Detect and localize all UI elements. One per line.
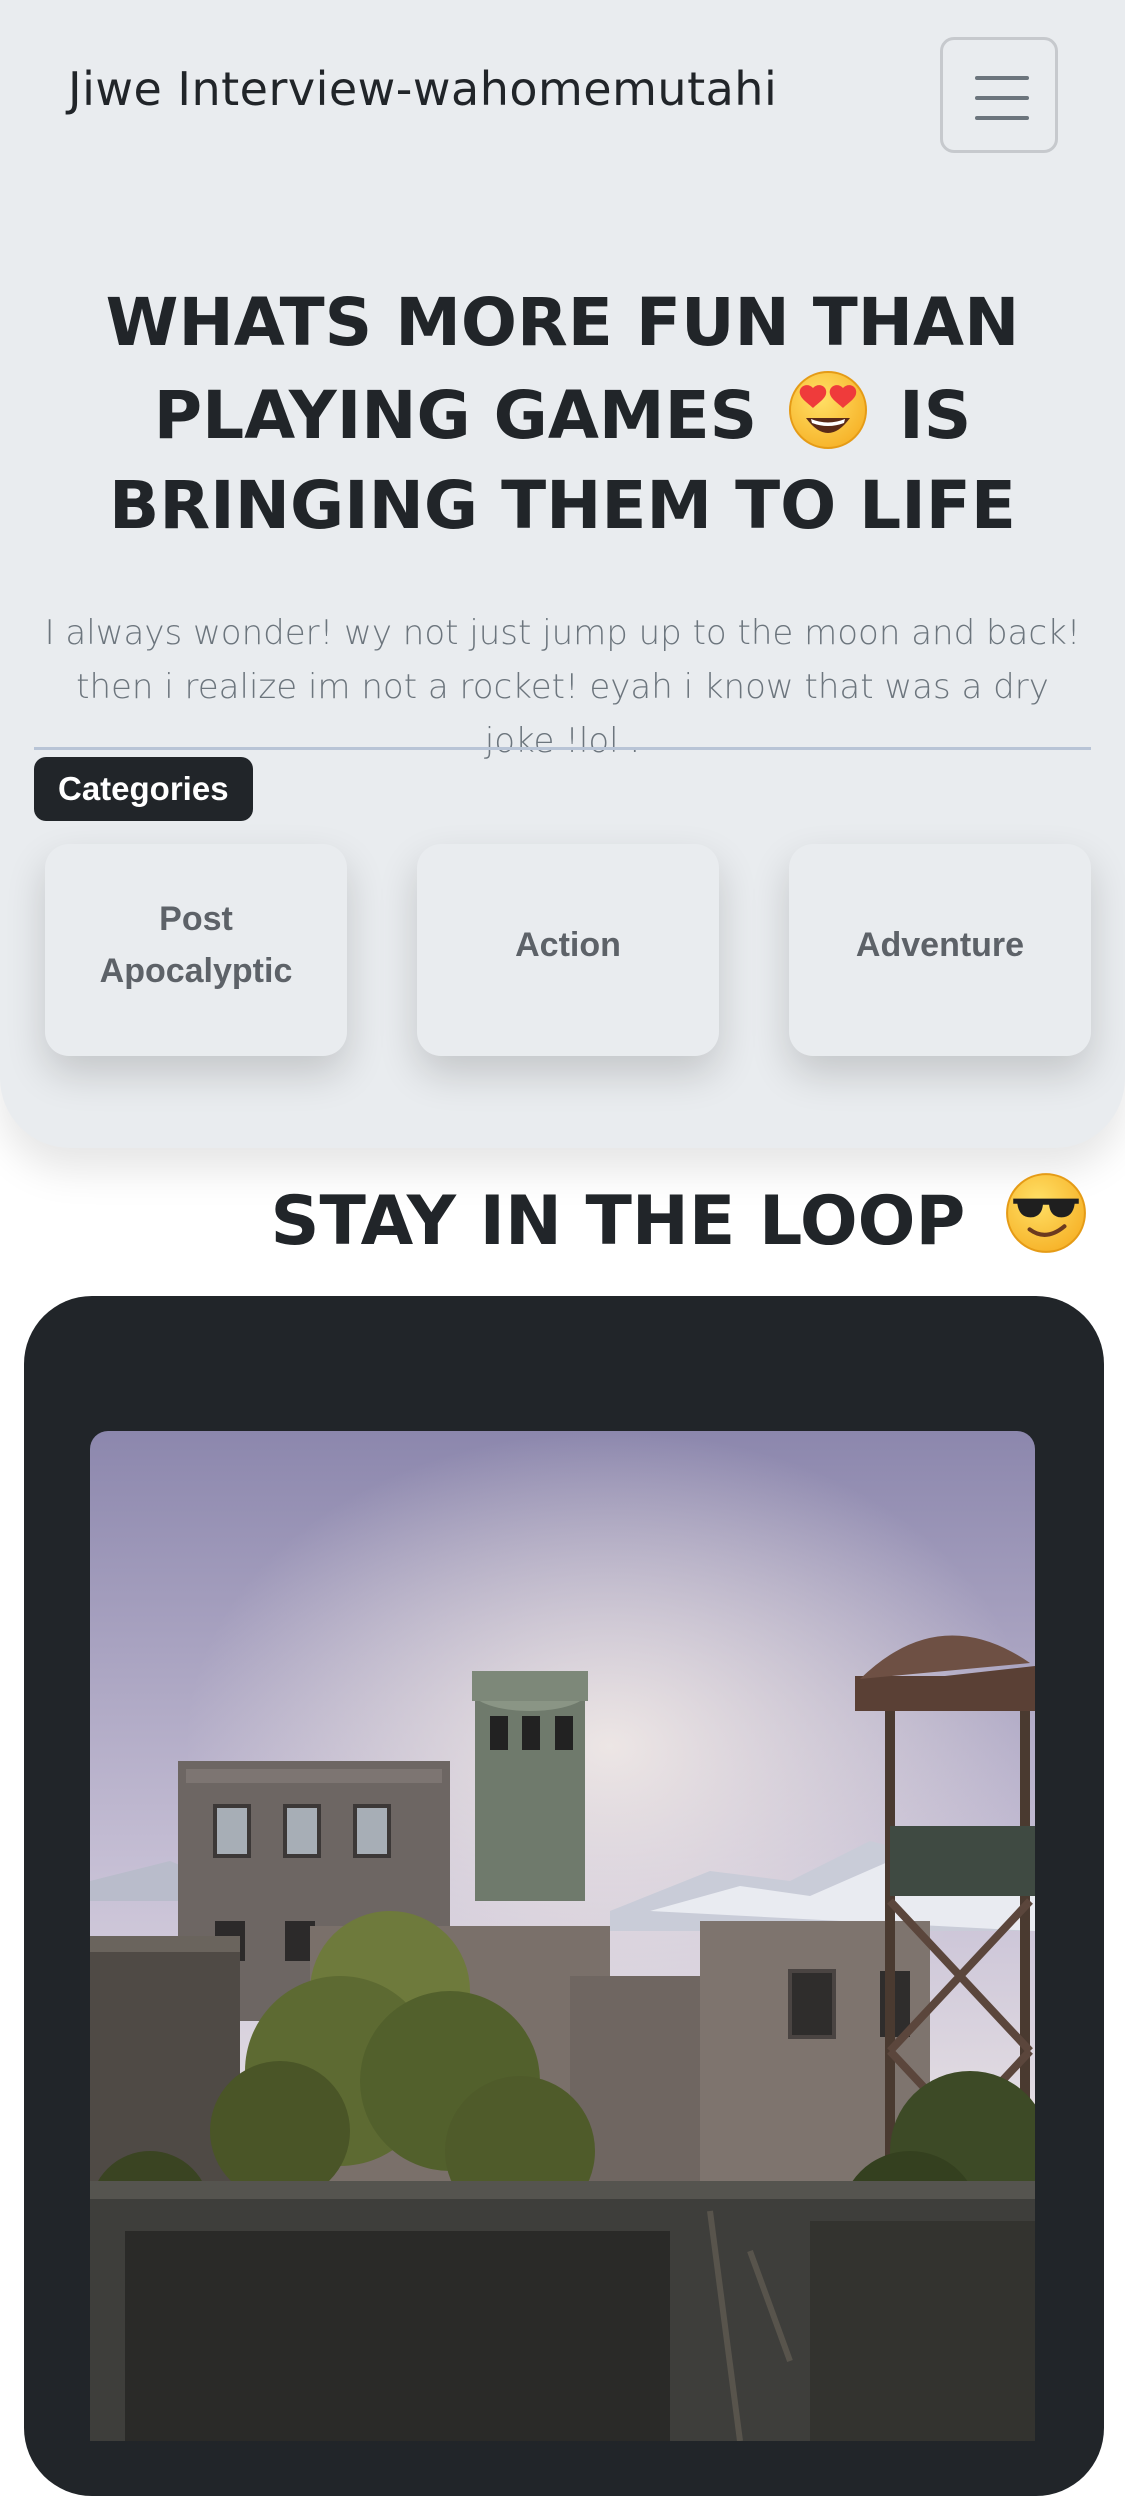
category-card-label: Adventure [855, 926, 1025, 964]
categories-badge: Categories [34, 757, 253, 821]
hero-lead-text: I always wonder! wy not just jump up to … [44, 613, 1081, 761]
hero-headline-part1: WHATS MORE FUN THAN PLAYING GAMES [105, 284, 1020, 454]
stay-in-loop-title: STAY IN THE LOOP [270, 1182, 966, 1261]
navbar-toggler-button[interactable] [940, 37, 1058, 153]
heart-eyes-emoji-icon [789, 371, 868, 449]
category-card-adventure[interactable]: Adventure [789, 844, 1091, 1056]
hero-headline: WHATS MORE FUN THAN PLAYING GAMES IS BRI… [60, 278, 1065, 551]
category-card-post-apocalyptic[interactable]: Post Apocalyptic [45, 844, 347, 1056]
sunglasses-emoji-icon [1006, 1173, 1086, 1253]
post-apocalyptic-compound-image[interactable] [90, 1431, 1035, 2441]
stay-in-loop-heading: STAY IN THE LOOP [271, 1170, 1095, 1272]
navbar-brand[interactable]: Jiwe Interview-wahomemutahi [68, 62, 777, 116]
category-card-label: Action [515, 926, 621, 964]
hamburger-menu-icon [975, 76, 1029, 80]
navbar: Jiwe Interview-wahomemutahi [0, 0, 1125, 190]
hero-section: Jiwe Interview-wahomemutahi WHATS MORE F… [0, 0, 1125, 1148]
category-card-label: Post Apocalyptic [99, 900, 293, 990]
divider [34, 747, 1091, 750]
category-card-action[interactable]: Action [417, 844, 719, 1056]
